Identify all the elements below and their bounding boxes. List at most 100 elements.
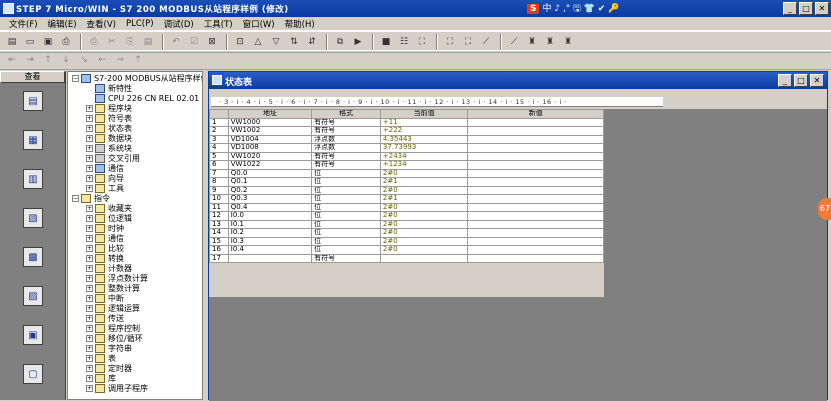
menu-item-4[interactable]: 调试(D) xyxy=(159,18,199,30)
toolbar-button-icon[interactable]: ⛶ xyxy=(442,34,458,50)
address-cell[interactable]: I0.3 xyxy=(227,236,313,246)
minimize-button[interactable]: _ xyxy=(783,2,797,15)
tree-expander-icon[interactable]: + xyxy=(86,235,93,242)
format-cell[interactable]: 有符号 xyxy=(311,253,381,263)
tree-expander-icon[interactable]: + xyxy=(86,275,93,282)
column-header[interactable]: 当前值 xyxy=(379,109,469,119)
menu-item-3[interactable]: PLC(P) xyxy=(121,19,159,29)
toolbar-button-icon[interactable]: ☑ xyxy=(186,34,202,50)
nav-item-2[interactable]: ▥ xyxy=(0,169,66,191)
format-cell[interactable]: 浮点数 xyxy=(311,134,381,144)
tree-expander-icon[interactable]: + xyxy=(86,215,93,222)
address-cell[interactable]: I0.2 xyxy=(227,228,313,238)
new-value-cell[interactable] xyxy=(467,177,604,187)
address-cell[interactable]: VW1002 xyxy=(227,126,313,136)
toolbar2-button-icon[interactable]: → xyxy=(112,52,128,68)
address-cell[interactable] xyxy=(227,253,313,263)
new-value-cell[interactable] xyxy=(467,253,604,263)
current-value-cell[interactable]: 2#0 xyxy=(379,228,469,238)
toolbar2-button-icon[interactable]: ↘ xyxy=(76,52,92,68)
ime-toolbar[interactable]: S 中 ♪ ,° 🖫 👕 ✔ 🔑 xyxy=(527,1,645,16)
format-cell[interactable]: 位 xyxy=(311,168,381,178)
format-cell[interactable]: 位 xyxy=(311,211,381,221)
address-cell[interactable]: VW1000 xyxy=(227,117,313,127)
toolbar-button-icon[interactable]: ▶ xyxy=(350,34,366,50)
menu-item-6[interactable]: 窗口(W) xyxy=(238,18,280,30)
toolbar-button-icon[interactable]: ♜ xyxy=(560,34,576,50)
toolbar-button-icon[interactable]: ■ xyxy=(378,34,394,50)
current-value-cell[interactable]: 37.73993 xyxy=(379,143,469,153)
menu-item-1[interactable]: 编辑(E) xyxy=(43,18,82,30)
toolbar-button-icon[interactable]: ⎙ xyxy=(86,34,102,50)
current-value-cell[interactable]: 2#0 xyxy=(379,211,469,221)
new-value-cell[interactable] xyxy=(467,211,604,221)
format-cell[interactable]: 位 xyxy=(311,228,381,238)
format-cell[interactable]: 有符号 xyxy=(311,151,381,161)
toolbar2-button-icon[interactable]: ⇡ xyxy=(130,52,146,68)
column-header[interactable]: 格式 xyxy=(311,109,381,119)
tree-expander-icon[interactable]: + xyxy=(86,385,93,392)
tree-expander-icon[interactable]: + xyxy=(86,375,93,382)
tree-expander-icon[interactable]: + xyxy=(86,105,93,112)
column-header[interactable] xyxy=(209,109,229,119)
tree-expander-icon[interactable]: + xyxy=(86,245,93,252)
tree-expander-icon[interactable]: + xyxy=(86,185,93,192)
toolbar-button-icon[interactable]: ⛶ xyxy=(460,34,476,50)
tree-expander-icon[interactable]: + xyxy=(86,355,93,362)
current-value-cell[interactable]: 2#1 xyxy=(379,177,469,187)
toolbar-button-icon[interactable]: ⇅ xyxy=(286,34,302,50)
toolbar-button-icon[interactable]: ⟋ xyxy=(478,34,494,50)
menu-item-7[interactable]: 帮助(H) xyxy=(280,18,320,30)
new-value-cell[interactable] xyxy=(467,245,604,255)
menu-item-5[interactable]: 工具(T) xyxy=(199,18,238,30)
format-cell[interactable]: 有符号 xyxy=(311,117,381,127)
tree-expander-icon[interactable]: + xyxy=(86,255,93,262)
current-value-cell[interactable]: 2#0 xyxy=(379,245,469,255)
toolbar-button-icon[interactable]: ▣ xyxy=(40,34,56,50)
address-cell[interactable]: Q0.0 xyxy=(227,168,313,178)
tree-expander-icon[interactable]: + xyxy=(86,365,93,372)
format-cell[interactable]: 位 xyxy=(311,194,381,204)
toolbar-button-icon[interactable]: ⛶ xyxy=(414,34,430,50)
format-cell[interactable]: 位 xyxy=(311,236,381,246)
address-cell[interactable]: Q0.4 xyxy=(227,202,313,212)
address-cell[interactable]: Q0.2 xyxy=(227,185,313,195)
address-cell[interactable]: Q0.3 xyxy=(227,194,313,204)
toolbar2-button-icon[interactable]: ↓ xyxy=(58,52,74,68)
tree-expander-icon[interactable]: + xyxy=(86,165,93,172)
tree-expander-icon[interactable]: + xyxy=(86,285,93,292)
new-value-cell[interactable] xyxy=(467,202,604,212)
tree-expander-icon[interactable]: + xyxy=(86,135,93,142)
menu-item-2[interactable]: 查看(V) xyxy=(82,18,121,30)
toolbar-button-icon[interactable]: △ xyxy=(250,34,266,50)
new-value-cell[interactable] xyxy=(467,228,604,238)
address-cell[interactable]: VD1004 xyxy=(227,134,313,144)
current-value-cell[interactable]: 2#0 xyxy=(379,219,469,229)
format-cell[interactable]: 有符号 xyxy=(311,160,381,170)
current-value-cell[interactable]: +222 xyxy=(379,126,469,136)
nav-item-5[interactable]: ▨ xyxy=(0,286,66,308)
current-value-cell[interactable]: 2#0 xyxy=(379,185,469,195)
toolbar-button-icon[interactable]: ✂ xyxy=(104,34,120,50)
toolbar-button-icon[interactable]: ⊠ xyxy=(204,34,220,50)
toolbar-button-icon[interactable]: ⇵ xyxy=(304,34,320,50)
address-cell[interactable]: I0.1 xyxy=(227,219,313,229)
child-minimize-button[interactable]: _ xyxy=(778,74,792,87)
current-value-cell[interactable] xyxy=(379,253,469,263)
tree-expander-icon[interactable]: − xyxy=(72,195,79,202)
tree-expander-icon[interactable]: + xyxy=(86,115,93,122)
new-value-cell[interactable] xyxy=(467,151,604,161)
column-header[interactable]: 地址 xyxy=(227,109,313,119)
column-header[interactable]: 新值 xyxy=(467,109,604,119)
nav-item-7[interactable]: ▢ xyxy=(0,364,66,386)
current-value-cell[interactable]: 4.35443 xyxy=(379,134,469,144)
new-value-cell[interactable] xyxy=(467,160,604,170)
format-cell[interactable]: 位 xyxy=(311,177,381,187)
toolbar-button-icon[interactable]: ⧉ xyxy=(332,34,348,50)
toolbar2-button-icon[interactable]: ↑ xyxy=(40,52,56,68)
tree-item[interactable]: + 调用子程序 xyxy=(86,383,148,394)
toolbar-button-icon[interactable]: ▽ xyxy=(268,34,284,50)
nav-item-6[interactable]: ▣ xyxy=(0,325,66,347)
toolbar-button-icon[interactable]: ⎙ xyxy=(58,34,74,50)
current-value-cell[interactable]: 2#0 xyxy=(379,202,469,212)
